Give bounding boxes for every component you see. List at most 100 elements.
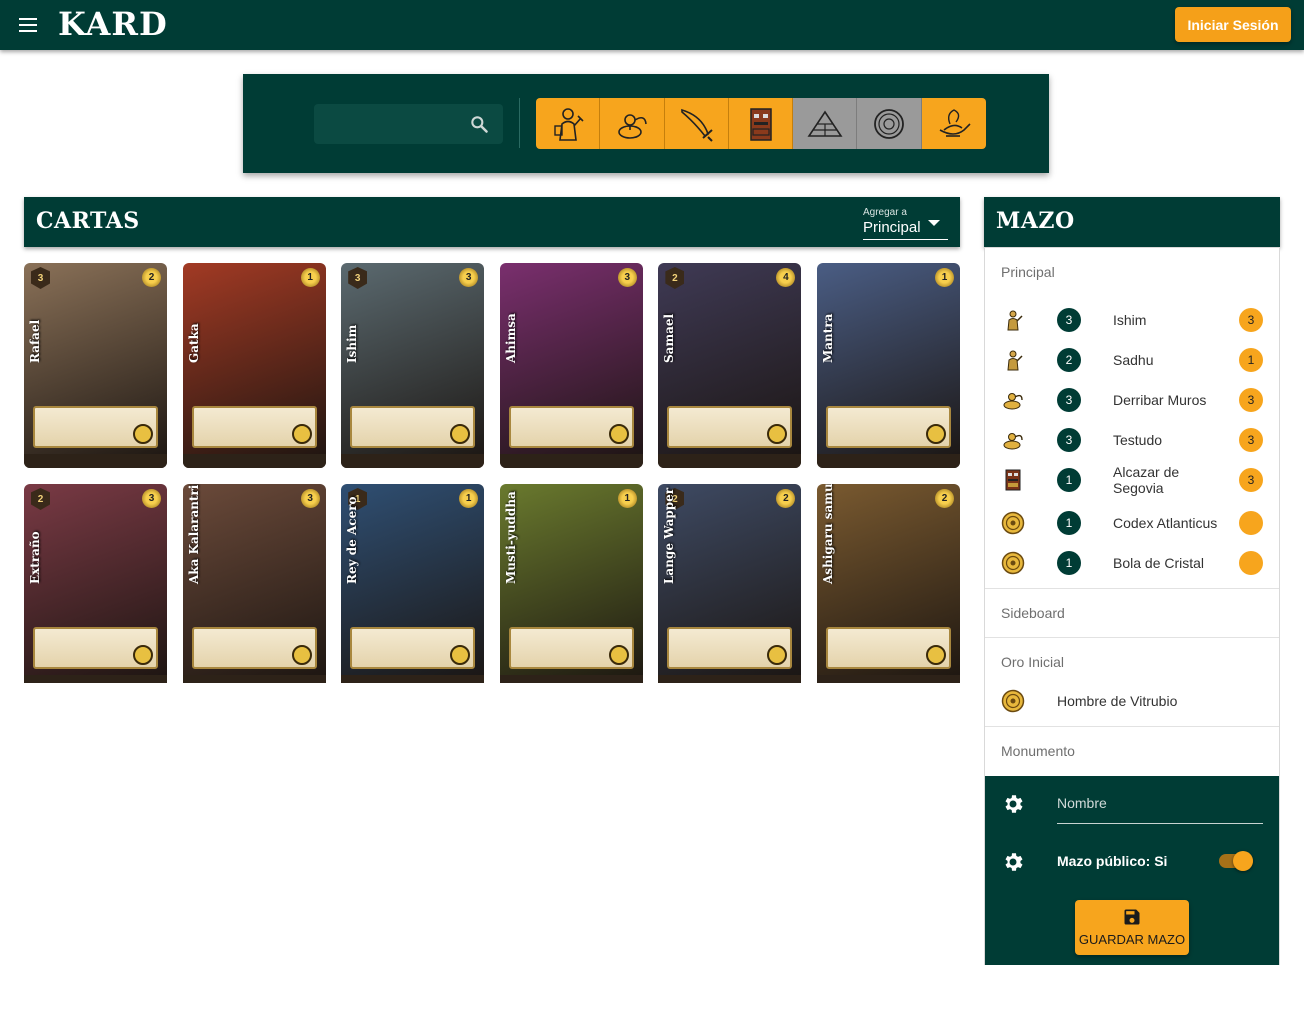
weapon-icon	[681, 108, 713, 142]
card[interactable]: 3 2 Rafael	[24, 263, 167, 468]
card-name: Mantra	[821, 313, 835, 363]
public-deck-toggle[interactable]	[1219, 851, 1253, 871]
talisman-icon	[1003, 433, 1023, 450]
card-name: Extraño	[28, 531, 42, 584]
deck-card-row[interactable]: 3 Derribar Muros 3	[985, 380, 1279, 420]
save-deck-label: GUARDAR MAZO	[1078, 932, 1186, 947]
sideboard-label[interactable]: Sideboard	[1001, 605, 1065, 621]
deck-card-qty: 3	[1057, 428, 1081, 452]
deck-card-cost	[1239, 551, 1263, 575]
deck-card-cost: 3	[1239, 468, 1263, 492]
card[interactable]: 2 3 Extraño	[24, 484, 167, 683]
card[interactable]: 1 Gatka	[182, 263, 326, 468]
card[interactable]: 3 Ahimsa	[499, 263, 643, 468]
deck-card-cost: 1	[1239, 348, 1263, 372]
card-name: Musti-yuddha	[503, 491, 518, 584]
deck-card-qty: 3	[1057, 308, 1081, 332]
card-cost-badge: 4	[776, 268, 796, 287]
type-filters	[536, 98, 987, 149]
gold-icon	[1001, 551, 1025, 575]
monumento-label: Monumento	[1001, 743, 1075, 759]
card-cost-badge: 2	[935, 489, 954, 508]
card-emblem-icon	[133, 645, 153, 665]
oro-inicial-name: Hombre de Vitrubio	[1057, 693, 1178, 709]
card-footer-strip	[817, 454, 960, 468]
ally-icon	[1007, 310, 1023, 331]
card-footer-strip	[658, 675, 802, 683]
card-name: Aka Kalarantri	[186, 484, 201, 584]
card-footer-strip	[24, 675, 167, 683]
gear-icon	[1005, 795, 1023, 813]
filter-totem-button[interactable]	[728, 98, 794, 149]
card-level-badge: 3	[348, 267, 368, 289]
card-emblem-icon	[926, 424, 946, 444]
card-name: Gatka	[186, 323, 201, 363]
card-footer-strip	[341, 454, 485, 468]
filter-talisman-button[interactable]	[600, 98, 665, 149]
agregar-a-select[interactable]: Agregar a Principal	[863, 206, 948, 240]
deck-card-row[interactable]: 1 Alcazar de Segovia 3	[985, 460, 1279, 500]
card-cost-badge: 1	[617, 489, 637, 508]
card-emblem-icon	[608, 424, 629, 444]
filter-ally-button[interactable]	[536, 98, 601, 149]
filter-bar	[243, 74, 1049, 173]
totem-icon	[1005, 469, 1021, 491]
deck-card-qty: 3	[1057, 388, 1081, 412]
deck-panel: Principal 3 Ishim 3 2 Sadhu 1 3 Derribar Muros 3…	[984, 247, 1280, 965]
deck-name-input[interactable]: Nombre	[1057, 786, 1263, 824]
deck-settings: Nombre Mazo público: Si GUARDAR MAZO	[985, 776, 1279, 965]
card[interactable]: 3 3 Ishim	[341, 263, 485, 468]
gear-icon	[1005, 853, 1023, 871]
card[interactable]: 2 4 Samael	[658, 263, 802, 468]
card-emblem-icon	[608, 645, 629, 665]
deck-card-cost: 3	[1239, 388, 1263, 412]
deck-card-row[interactable]: 1 Codex Atlanticus	[985, 503, 1279, 543]
filter-weapon-button[interactable]	[664, 98, 729, 149]
deck-card-row[interactable]: 2 Sadhu 1	[985, 340, 1279, 380]
deck-card-row[interactable]: 3 Testudo 3	[985, 420, 1279, 460]
save-deck-button[interactable]: GUARDAR MAZO	[1075, 900, 1189, 955]
deck-card-qty: 1	[1057, 511, 1081, 535]
deck-card-row[interactable]: 1 Bola de Cristal	[985, 543, 1279, 583]
toggle-knob	[1233, 851, 1253, 871]
card-level-badge: 3	[31, 267, 50, 289]
ally-icon	[553, 107, 584, 141]
coin-icon	[874, 108, 905, 139]
card-cost-badge: 2	[142, 268, 161, 287]
deck-card-cost	[1239, 511, 1263, 535]
deck-card-name: Derribar Muros	[1113, 392, 1207, 408]
card-emblem-icon	[926, 645, 946, 665]
card-footer-strip	[658, 454, 802, 468]
app-bar: KARD Iniciar Sesión	[0, 0, 1304, 50]
search-input[interactable]	[314, 104, 503, 144]
card-name: Lange Wapper	[662, 487, 677, 584]
deck-card-cost: 3	[1239, 428, 1263, 452]
card[interactable]: 1 Musti-yuddha	[499, 484, 643, 683]
deck-card-row[interactable]: 3 Ishim 3	[985, 300, 1279, 340]
filter-lamp-button[interactable]	[921, 98, 987, 149]
card-cost-badge: 2	[776, 489, 796, 508]
login-button[interactable]: Iniciar Sesión	[1175, 7, 1291, 42]
gold-icon	[1001, 689, 1025, 713]
divider	[519, 98, 520, 148]
oro-inicial-item[interactable]: Hombre de Vitrubio	[985, 681, 1279, 721]
card-level-badge: 2	[31, 488, 50, 510]
card-footer-strip	[499, 454, 643, 468]
card[interactable]: 2 Ashigaru samurai	[817, 484, 960, 683]
filter-gold-button[interactable]	[857, 98, 922, 149]
app-logo[interactable]: KARD	[58, 5, 168, 43]
filter-monument-button[interactable]	[793, 98, 858, 149]
card[interactable]: 2 2 Lange Wapper	[658, 484, 802, 683]
card[interactable]: 1 1 Rey de Acero	[341, 484, 485, 683]
totem-icon	[749, 107, 772, 141]
hamburger-menu-icon[interactable]	[16, 15, 40, 35]
card-level-badge: 2	[665, 267, 685, 289]
card-emblem-icon	[291, 424, 312, 444]
card[interactable]: 1 Mantra	[817, 263, 960, 468]
ally-icon	[1007, 350, 1023, 371]
deck-card-name: Testudo	[1113, 432, 1163, 448]
search-icon[interactable]	[469, 114, 489, 134]
card[interactable]: 3 Aka Kalarantri	[182, 484, 326, 683]
oro-inicial-label: Oro Inicial	[1001, 654, 1065, 670]
cartas-title: CARTAS	[36, 208, 140, 234]
